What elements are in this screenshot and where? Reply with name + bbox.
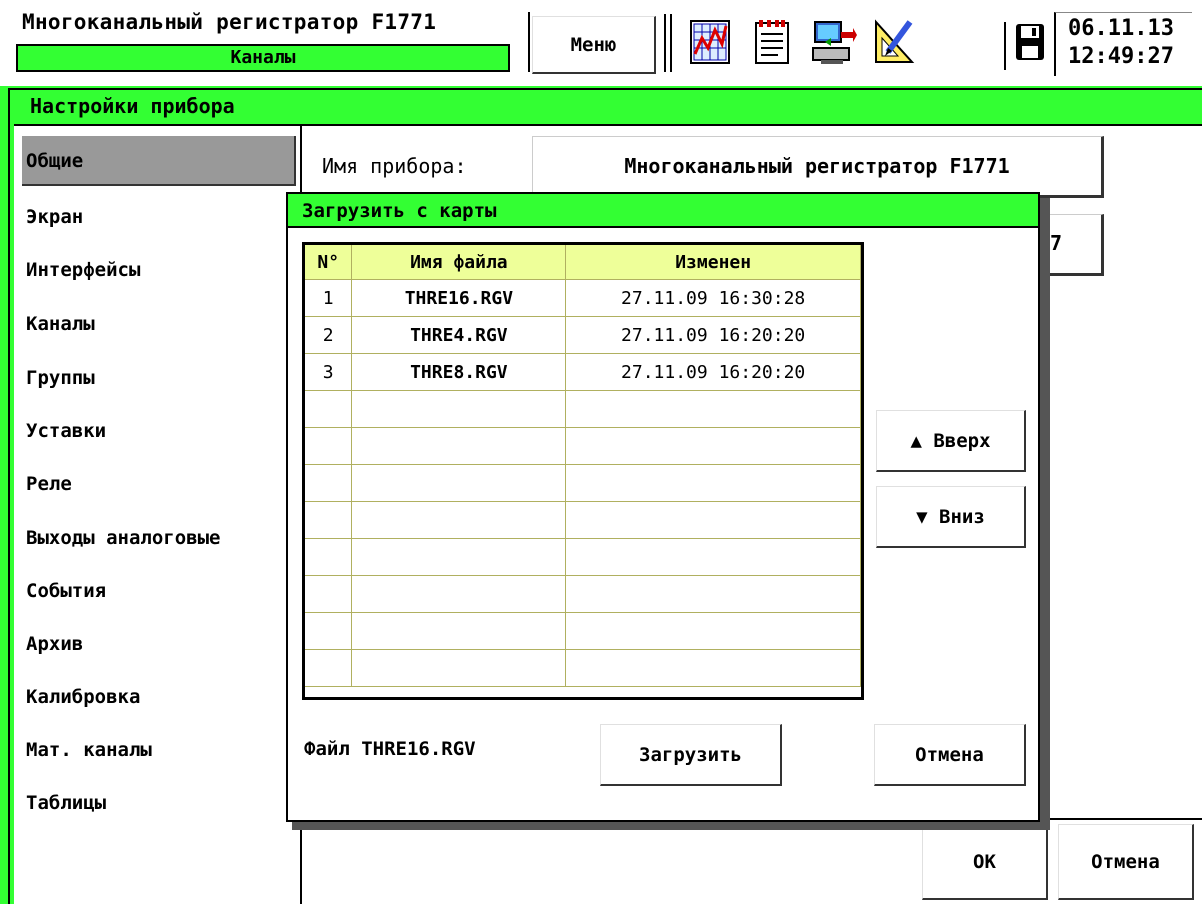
file-name: THRE16.RGV [351,279,567,317]
row-number [305,575,353,613]
file-name [351,649,567,687]
sidebar-item-relays[interactable]: Реле [22,459,296,509]
sidebar-item-math-channels[interactable]: Мат. каналы [22,725,296,775]
file-table: N° Имя файла Изменен 1 THRE16.RGV 27.11.09… [305,245,861,687]
file-name [351,538,567,576]
file-modified [565,390,861,428]
dialog-title: Загрузить с карты [288,194,1038,228]
file-name [351,464,567,502]
device-name-label: Имя прибора: [322,154,467,178]
table-row[interactable] [305,390,861,428]
row-number [305,464,353,502]
file-modified [565,464,861,502]
menu-button[interactable]: Меню [532,16,656,74]
cancel-button[interactable]: Отмена [1058,824,1194,900]
time-text: 12:49:27 [1068,44,1174,69]
table-row[interactable]: 3 THRE8.RGV 27.11.09 16:20:20 [305,353,861,391]
file-modified [565,649,861,687]
row-number: 1 [305,279,353,317]
floppy-disk-icon[interactable] [1014,22,1046,62]
file-modified [565,501,861,539]
table-row[interactable] [305,427,861,465]
file-modified: 27.11.09 16:30:28 [565,279,861,317]
app-title: Многоканальный регистратор F1771 [22,10,437,34]
row-number [305,538,353,576]
dialog-cancel-button[interactable]: Отмена [874,724,1026,786]
column-header-number[interactable]: N° [305,245,353,280]
file-name: THRE4.RGV [351,316,567,354]
file-name: THRE8.RGV [351,353,567,391]
sidebar-item-screen[interactable]: Экран [22,192,296,242]
file-name [351,427,567,465]
row-number [305,501,353,539]
sidebar-item-general[interactable]: Общие [22,136,296,186]
top-bar: Многоканальный регистратор F1771 Каналы … [0,0,1202,86]
file-name [351,575,567,613]
table-row[interactable] [305,501,861,539]
file-list: N° Имя файла Изменен 1 THRE16.RGV 27.11.09… [302,242,864,700]
table-row[interactable]: 2 THRE4.RGV 27.11.09 16:20:20 [305,316,861,354]
table-row[interactable] [305,575,861,613]
chart-icon[interactable] [684,14,736,70]
computer-transfer-icon[interactable] [808,14,860,70]
row-number [305,390,353,428]
table-row[interactable]: 1 THRE16.RGV 27.11.09 16:30:28 [305,279,861,317]
file-modified [565,612,861,650]
column-header-filename[interactable]: Имя файла [351,245,567,280]
selected-file-label: Файл THRE16.RGV [304,738,476,760]
sidebar-item-setpoints[interactable]: Уставки [22,406,296,456]
column-header-modified[interactable]: Изменен [565,245,861,280]
file-name [351,612,567,650]
notepad-icon[interactable] [746,14,798,70]
divider [1004,22,1006,70]
file-name [351,390,567,428]
row-number: 3 [305,353,353,391]
ruler-pencil-icon[interactable] [868,14,920,70]
status-bar: Каналы [16,44,510,72]
divider [670,14,672,72]
load-button[interactable]: Загрузить [600,724,782,786]
date-text: 06.11.13 [1068,16,1174,41]
row-number [305,427,353,465]
divider [664,14,666,72]
file-modified [565,538,861,576]
table-header-row: N° Имя файла Изменен [305,245,861,280]
sidebar-item-archive[interactable]: Архив [22,619,296,669]
sidebar-item-channels[interactable]: Каналы [22,299,296,349]
table-row[interactable] [305,612,861,650]
divider [528,12,530,72]
window-title: Настройки прибора [30,94,235,118]
file-modified: 27.11.09 16:20:20 [565,316,861,354]
sidebar-item-calibration[interactable]: Калибровка [22,672,296,722]
move-down-button[interactable]: ▼ Вниз [876,486,1026,548]
row-number: 2 [305,316,353,354]
table-row[interactable] [305,649,861,687]
sidebar-item-groups[interactable]: Группы [22,353,296,403]
sidebar-item-tables[interactable]: Таблицы [22,778,296,828]
device-name-field[interactable]: Многоканальный регистратор F1771 [532,136,1104,198]
row-number [305,649,353,687]
move-up-button[interactable]: ▲ Вверх [876,410,1026,472]
file-modified [565,427,861,465]
file-modified: 27.11.09 16:20:20 [565,353,861,391]
file-name [351,501,567,539]
ok-button[interactable]: ОК [922,824,1048,900]
sidebar-item-analog-outputs[interactable]: Выходы аналоговые [22,513,296,563]
file-modified [565,575,861,613]
table-row[interactable] [305,538,861,576]
clock: 06.11.13 12:49:27 [1054,12,1192,76]
sidebar-item-events[interactable]: События [22,566,296,616]
row-number [305,612,353,650]
sidebar-item-interfaces[interactable]: Интерфейсы [22,245,296,295]
table-row[interactable] [305,464,861,502]
